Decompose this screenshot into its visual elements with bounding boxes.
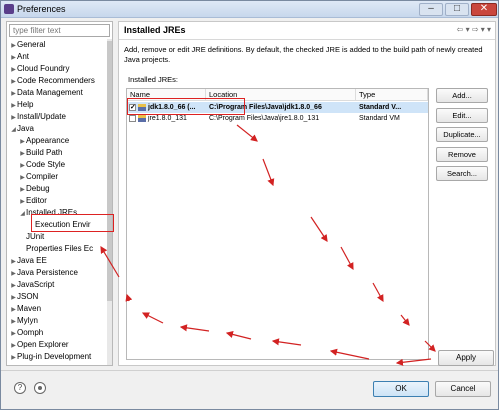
sidebar-item[interactable]: ▶Install/Update — [7, 111, 107, 123]
sidebar-item[interactable]: ▶Java Persistence — [7, 267, 107, 279]
title-bar[interactable]: Preferences – □ ✕ — [1, 1, 498, 18]
eclipse-app-icon — [4, 4, 14, 14]
sidebar-item-label: JavaScript — [17, 280, 55, 289]
footer-divider — [1, 370, 498, 371]
sidebar-item-label: Oomph — [17, 328, 44, 337]
maximize-button[interactable]: □ — [445, 3, 469, 16]
minimize-button[interactable]: – — [419, 3, 443, 16]
sidebar-item[interactable]: ▶Oomph — [7, 327, 107, 339]
sidebar-item-label: Maven — [17, 304, 42, 313]
sidebar-item[interactable]: JUnit — [7, 231, 107, 243]
sidebar-item-label: JUnit — [26, 232, 45, 241]
remove-button[interactable]: Remove — [436, 147, 488, 162]
sidebar-item-label: Java EE — [17, 256, 47, 265]
sidebar-item[interactable]: ▶Build Path — [7, 147, 107, 159]
sidebar-item-label: Java Persistence — [17, 268, 78, 277]
sidebar-item[interactable]: ▶Open Explorer — [7, 339, 107, 351]
sidebar-item-label: Ant — [17, 52, 30, 61]
sidebar-item[interactable]: ▶Java EE — [7, 255, 107, 267]
sidebar-item-label: Help — [17, 100, 34, 109]
ok-button[interactable]: OK — [373, 381, 429, 397]
jre-library-icon — [138, 115, 146, 122]
preferences-tree-pane: ▶General▶Ant▶Cloud Foundry▶Code Recommen… — [6, 21, 113, 366]
sidebar-item-label: Appearance — [26, 136, 70, 145]
sidebar-item[interactable]: ▶Compiler — [7, 171, 107, 183]
annotation-highlight-execution-env — [31, 214, 114, 232]
sidebar-item[interactable]: ◢Java — [7, 123, 107, 135]
annotation-highlight-jdk-row — [127, 98, 245, 115]
minimize-icon: – — [428, 3, 434, 14]
page-description: Add, remove or edit JRE definitions. By … — [124, 45, 483, 64]
collapsed-twisty-icon[interactable]: ▶ — [10, 352, 17, 364]
help-icon[interactable]: ? — [14, 382, 26, 394]
sidebar-item-label: Install/Update — [17, 112, 66, 121]
sidebar-item-label: Build Path — [26, 148, 63, 157]
sidebar-item-label: Data Management — [17, 88, 83, 97]
apply-button[interactable]: Apply — [438, 350, 494, 366]
search-button[interactable]: Search... — [436, 166, 488, 181]
sidebar-item-label: Compiler — [26, 172, 59, 181]
sidebar-item-label: Cloud Foundry — [17, 64, 70, 73]
import-export-icon[interactable] — [34, 382, 46, 394]
sidebar-item[interactable]: Properties Files Ec — [7, 243, 107, 255]
sidebar-item[interactable]: ▶Data Management — [7, 87, 107, 99]
column-header-type[interactable]: Type — [356, 89, 428, 101]
jre-type-cell: Standard V... — [359, 104, 402, 111]
sidebar-item-label: Code Style — [26, 160, 66, 169]
sidebar-item-label: Debug — [26, 184, 50, 193]
jre-type-cell: Standard VM — [359, 115, 400, 122]
sidebar-item[interactable]: ▶Help — [7, 99, 107, 111]
header-divider — [119, 39, 495, 40]
history-nav-icons[interactable]: ⇦ ▾ ⇨ ▾ ▾ — [457, 25, 491, 34]
filter-input[interactable] — [9, 24, 110, 37]
duplicate-button[interactable]: Duplicate... — [436, 127, 488, 142]
edit-button[interactable]: Edit... — [436, 108, 488, 123]
sidebar-item[interactable]: ▶Maven — [7, 303, 107, 315]
sidebar-item[interactable]: ▶Appearance — [7, 135, 107, 147]
maximize-icon: □ — [453, 3, 461, 14]
sidebar-item[interactable]: ▶JSON — [7, 291, 107, 303]
sidebar-item[interactable]: ▶Ant — [7, 51, 107, 63]
tree-scrollbar-thumb[interactable] — [107, 41, 112, 301]
sidebar-item[interactable]: ▶Code Style — [7, 159, 107, 171]
sidebar-item[interactable]: ▶Code Recommenders — [7, 75, 107, 87]
sidebar-item-label: General — [17, 40, 46, 49]
preferences-window: Preferences – □ ✕ ▶General▶Ant▶Cloud Fou… — [0, 0, 499, 410]
sidebar-item-label: Java — [17, 124, 34, 133]
close-icon: ✕ — [479, 3, 489, 14]
jre-name: jre1.8.0_131 — [148, 115, 187, 122]
tree-scrollbar[interactable] — [107, 39, 112, 365]
sidebar-item-label: Mylyn — [17, 316, 38, 325]
installed-jres-label: Installed JREs: — [128, 75, 179, 84]
sidebar-item-label: Plug-in Development — [17, 352, 92, 361]
sidebar-item[interactable]: ▶General — [7, 39, 107, 51]
sidebar-item[interactable]: ▶Cloud Foundry — [7, 63, 107, 75]
sidebar-item[interactable]: ▶Debug — [7, 183, 107, 195]
add-button[interactable]: Add... — [436, 88, 488, 103]
sidebar-item[interactable]: ▶Mylyn — [7, 315, 107, 327]
sidebar-item[interactable]: ▶JavaScript — [7, 279, 107, 291]
jre-default-checkbox[interactable] — [129, 115, 136, 122]
window-title: Preferences — [17, 4, 66, 14]
cancel-button[interactable]: Cancel — [435, 381, 491, 397]
installed-jres-page: Installed JREs ⇦ ▾ ⇨ ▾ ▾ Add, remove or … — [118, 21, 496, 366]
sidebar-item-label: JSON — [17, 292, 39, 301]
page-title: Installed JREs — [124, 25, 186, 35]
sidebar-item-label: Editor — [26, 196, 47, 205]
sidebar-item[interactable]: ▶Plug-in Development — [7, 351, 107, 363]
sidebar-item-label: Code Recommenders — [17, 76, 95, 85]
sidebar-item[interactable]: ▶Editor — [7, 195, 107, 207]
jre-table: Name Location Type ✓ jdk1.8.0_66 (... C:\P… — [126, 88, 429, 360]
sidebar-item-label: Open Explorer — [17, 340, 69, 349]
sidebar-item-label: Properties Files Ec — [26, 244, 94, 253]
close-button[interactable]: ✕ — [471, 3, 497, 16]
